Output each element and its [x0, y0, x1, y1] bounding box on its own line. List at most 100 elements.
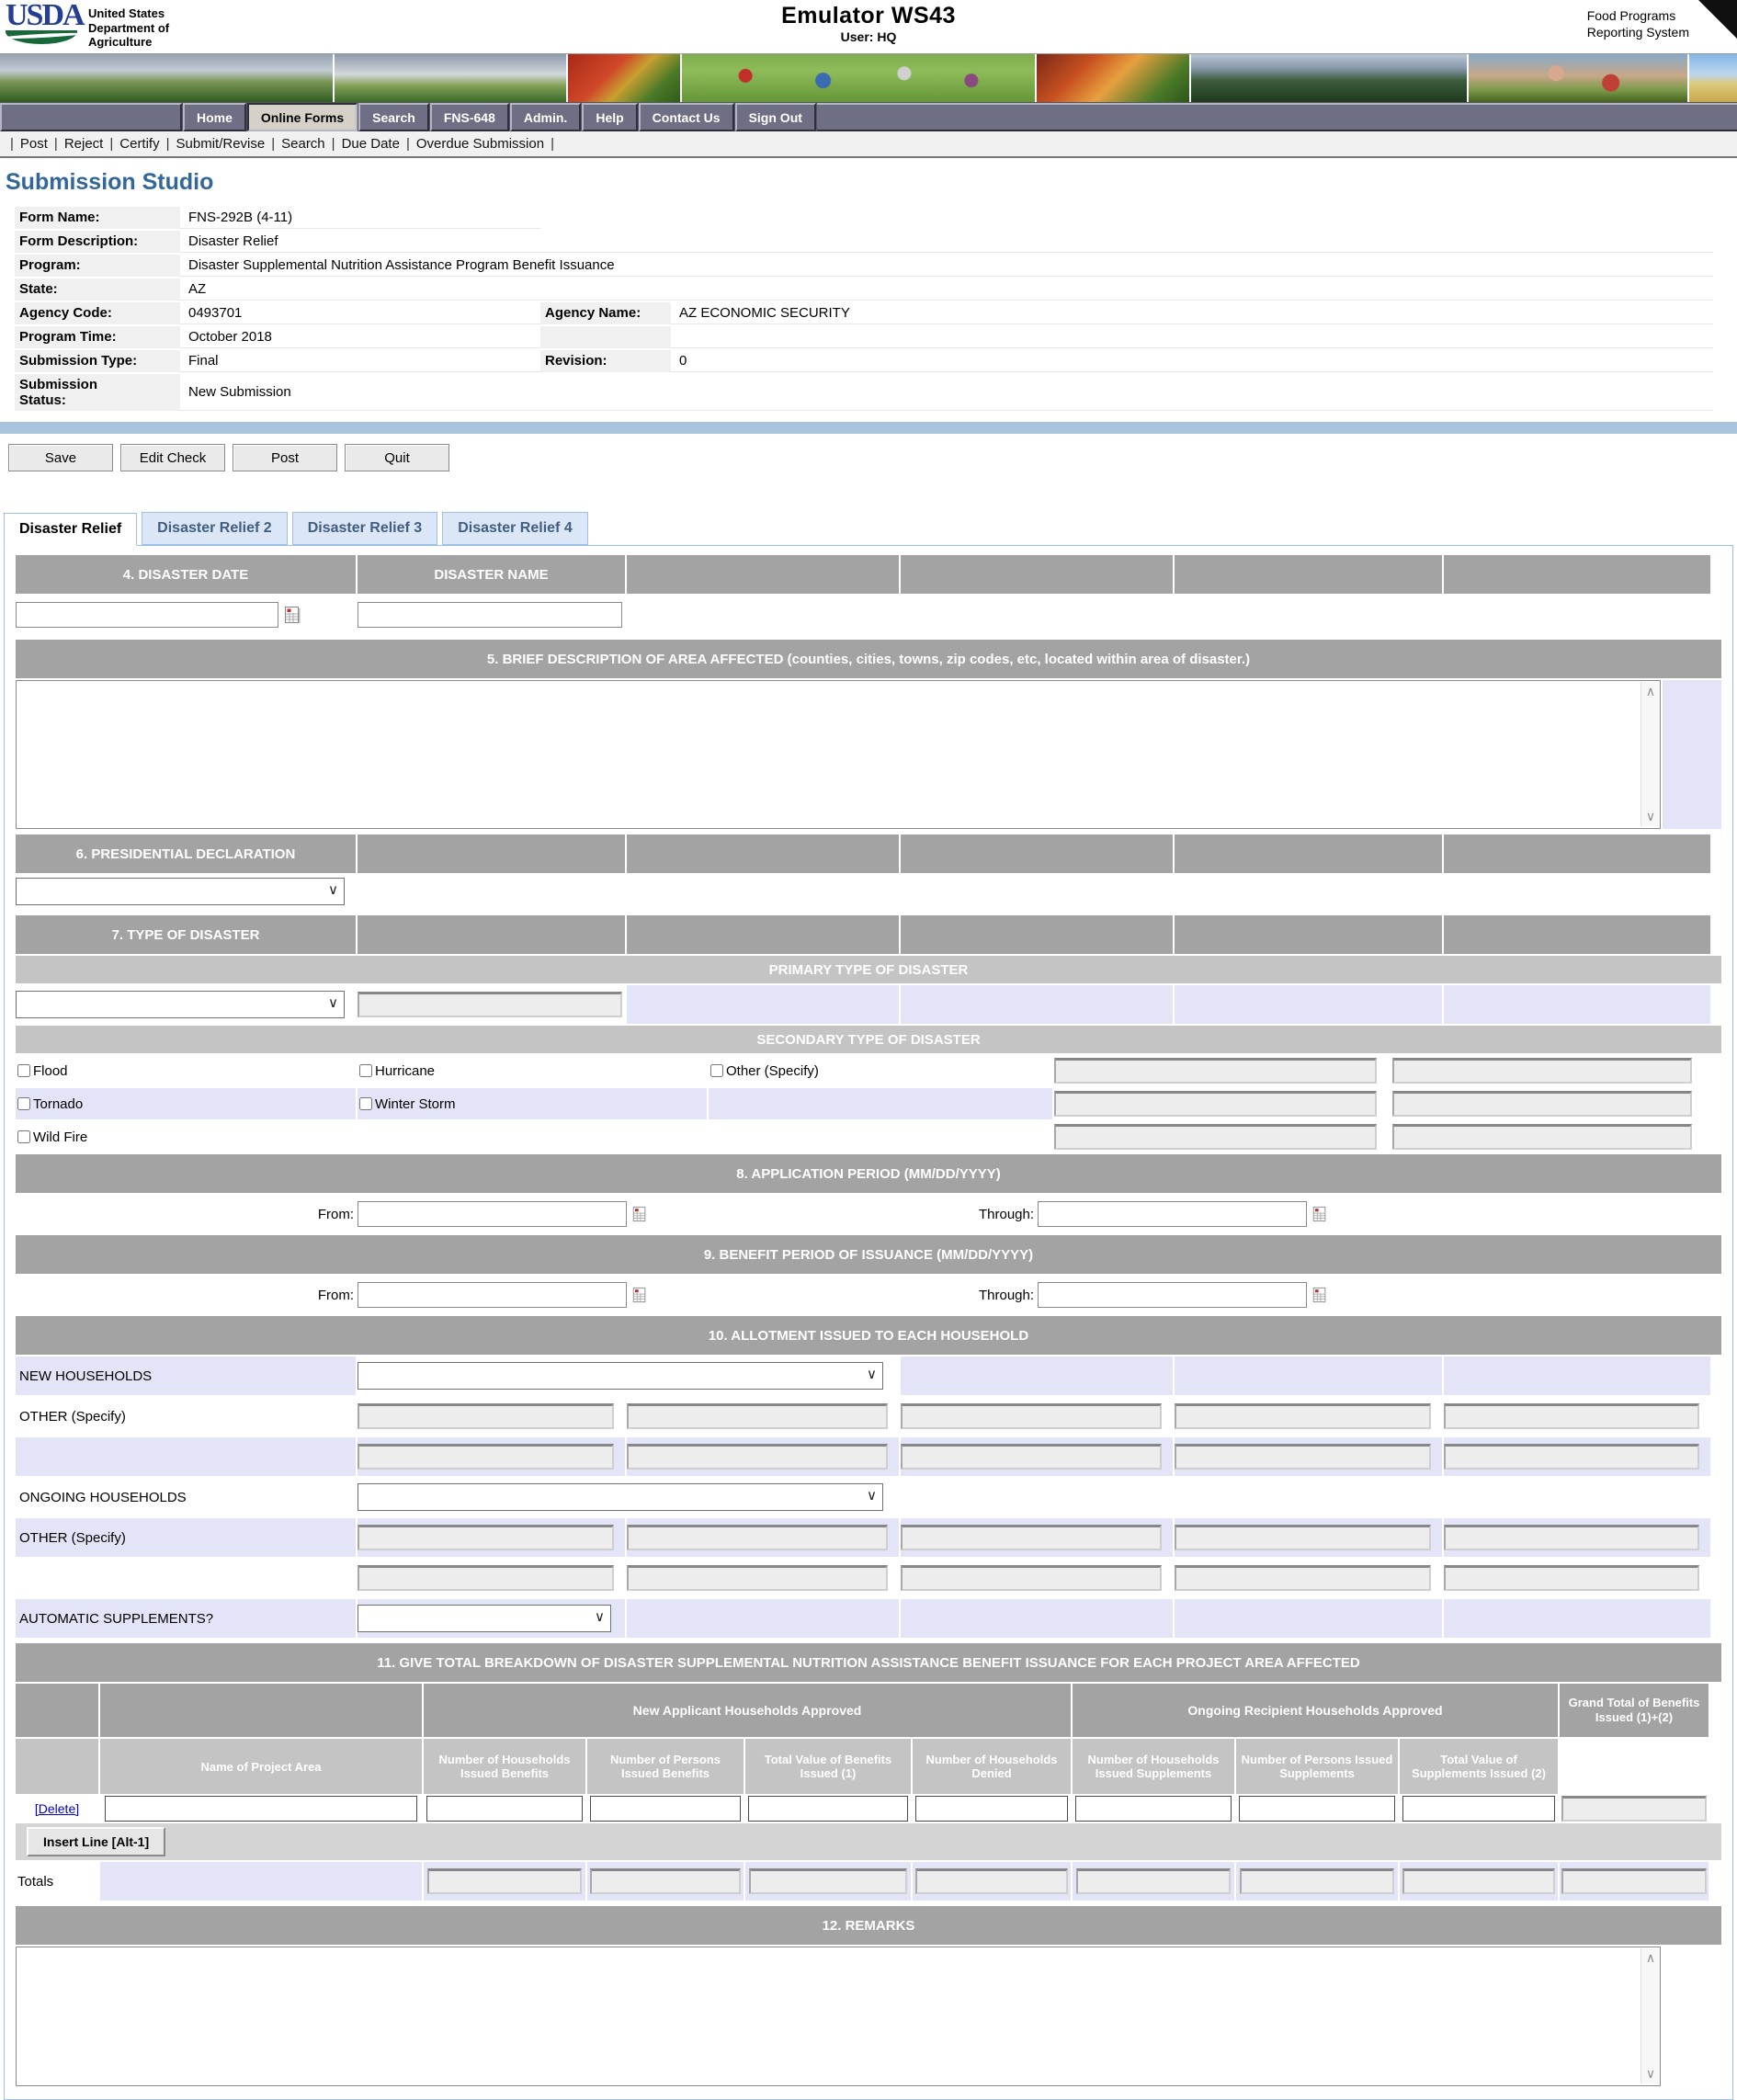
benefit-through-calendar-icon[interactable] — [1311, 1286, 1328, 1304]
info-label: Submission Status: — [15, 374, 134, 411]
persons-issued-benefits-input[interactable] — [590, 1796, 742, 1822]
nav-item-sign-out[interactable]: Sign Out — [735, 103, 816, 131]
nav-item-online-forms[interactable]: Online Forms — [247, 103, 358, 131]
action-overdue-submission[interactable]: Overdue Submission — [416, 136, 544, 152]
col-total-value-supplements: Total Value of Supplements Issued (2) — [1400, 1739, 1558, 1794]
area-affected-textarea[interactable] — [16, 680, 1661, 829]
disaster-date-calendar-icon[interactable] — [283, 605, 301, 625]
tab-disaster-relief-3[interactable]: Disaster Relief 3 — [292, 512, 438, 545]
total-value-benefits-input[interactable] — [748, 1796, 909, 1822]
secondary-other-input-4 — [1392, 1091, 1692, 1117]
scroll-up-icon[interactable]: ∧ — [1646, 1950, 1655, 1966]
project-area-name-input[interactable] — [105, 1796, 417, 1822]
action-reject[interactable]: Reject — [64, 136, 104, 152]
wild-fire-checkbox[interactable] — [17, 1130, 30, 1143]
edit-check-button[interactable]: Edit Check — [120, 444, 225, 471]
tornado-checkbox[interactable] — [17, 1097, 30, 1110]
form-toolbar: Save Edit Check Post Quit — [8, 444, 1737, 471]
flood-label: Flood — [33, 1063, 68, 1079]
info-value: Final — [180, 350, 540, 372]
households-issued-benefits-input[interactable] — [426, 1796, 584, 1822]
separator: | — [48, 136, 64, 152]
delete-row-link[interactable]: [Delete] — [35, 1801, 79, 1816]
other2-input-5 — [1444, 1525, 1699, 1550]
new-applicant-group-header: New Applicant Households Approved — [424, 1684, 1071, 1737]
action-post[interactable]: Post — [20, 136, 48, 152]
application-from-input[interactable] — [358, 1201, 627, 1227]
info-value: New Submission — [180, 374, 1713, 411]
ongoing-recipient-group-header: Ongoing Recipient Households Approved — [1073, 1684, 1558, 1737]
households-denied-input[interactable] — [915, 1796, 1069, 1822]
disaster-relief-form: 4. DISASTER DATE DISASTER NAME 5. BRIEF … — [4, 545, 1733, 2100]
nav-item-admin[interactable]: Admin. — [510, 103, 581, 131]
action-due-date[interactable]: Due Date — [342, 136, 400, 152]
other-specify-checkbox[interactable] — [710, 1064, 723, 1077]
benefit-from-input[interactable] — [358, 1282, 627, 1308]
section5-textarea-wrap: ∧ ∨ — [16, 680, 1721, 829]
disaster-name-input[interactable] — [358, 602, 622, 628]
nav-item-fns-648[interactable]: FNS-648 — [430, 103, 509, 131]
persons-issued-supplements-input[interactable] — [1239, 1796, 1396, 1822]
other-specify-label: Other (Specify) — [726, 1063, 819, 1079]
nav-item-help[interactable]: Help — [582, 103, 637, 131]
insert-line-button[interactable]: Insert Line [Alt-1] — [27, 1827, 165, 1856]
total-value-supplements-input[interactable] — [1402, 1796, 1556, 1822]
primary-type-select[interactable] — [16, 991, 345, 1018]
tab-disaster-relief-4[interactable]: Disaster Relief 4 — [442, 512, 588, 545]
application-from-calendar-icon[interactable] — [631, 1205, 648, 1223]
section4-header-row: 4. DISASTER DATE DISASTER NAME — [16, 555, 1721, 594]
info-value: October 2018 — [180, 326, 540, 348]
info-label: Program: — [15, 255, 180, 277]
action-certify[interactable]: Certify — [119, 136, 159, 152]
households-issued-supplements-input[interactable] — [1075, 1796, 1232, 1822]
banner-photo-mountain-forest — [1191, 54, 1467, 102]
allotment-row-other2b — [16, 1559, 1721, 1597]
application-through-input[interactable] — [1038, 1201, 1307, 1227]
presidential-declaration-header: 6. PRESIDENTIAL DECLARATION — [16, 834, 356, 873]
post-button[interactable]: Post — [233, 444, 337, 471]
textarea-scrollbar[interactable]: ∧ ∨ — [1640, 1948, 1660, 2083]
action-search[interactable]: Search — [281, 136, 325, 152]
secondary-row-2: Tornado Winter Storm — [16, 1088, 1721, 1119]
secondary-type-header: SECONDARY TYPE OF DISASTER — [16, 1026, 1721, 1053]
col-persons-issued-benefits: Number of Persons Issued Benefits — [587, 1739, 744, 1794]
blue-divider-bar — [0, 422, 1737, 434]
save-button[interactable]: Save — [8, 444, 113, 471]
main-navigation: Home Online Forms Search FNS-648 Admin. … — [0, 103, 1737, 131]
hurricane-checkbox[interactable] — [359, 1064, 372, 1077]
tab-disaster-relief[interactable]: Disaster Relief — [4, 513, 137, 546]
allotment-row-ongoing-households: ONGOING HOUSEHOLDS ∨ — [16, 1478, 1721, 1516]
tab-disaster-relief-2[interactable]: Disaster Relief 2 — [142, 512, 288, 545]
from-label: From: — [16, 1288, 358, 1303]
textarea-scrollbar[interactable]: ∧ ∨ — [1640, 682, 1660, 826]
automatic-supplements-select[interactable] — [358, 1605, 611, 1632]
totals-total-value-benefits — [749, 1868, 908, 1894]
benefit-from-calendar-icon[interactable] — [631, 1286, 648, 1304]
flood-checkbox[interactable] — [17, 1064, 30, 1077]
other1b-input-4 — [1175, 1444, 1431, 1470]
other2b-input-3 — [901, 1565, 1162, 1591]
info-label-empty — [540, 326, 671, 348]
application-through-calendar-icon[interactable] — [1311, 1205, 1328, 1223]
ongoing-households-select[interactable] — [358, 1483, 883, 1511]
totals-persons-issued-supplements — [1240, 1868, 1395, 1894]
presidential-declaration-select[interactable] — [16, 878, 345, 905]
disaster-date-header: 4. DISASTER DATE — [16, 555, 356, 594]
disaster-date-input[interactable] — [16, 602, 278, 628]
nav-item-home[interactable]: Home — [183, 103, 246, 131]
new-households-select[interactable] — [358, 1362, 883, 1390]
benefit-through-input[interactable] — [1038, 1282, 1307, 1308]
allotment-row-other2: OTHER (Specify) — [16, 1518, 1721, 1557]
nav-item-search[interactable]: Search — [358, 103, 429, 131]
quit-button[interactable]: Quit — [345, 444, 449, 471]
scroll-down-icon[interactable]: ∨ — [1646, 809, 1655, 824]
info-label: Form Name: — [15, 207, 180, 229]
nav-item-contact-us[interactable]: Contact Us — [639, 103, 734, 131]
other1-input-1 — [358, 1403, 614, 1429]
scroll-down-icon[interactable]: ∨ — [1646, 2066, 1655, 2082]
section5-header: 5. BRIEF DESCRIPTION OF AREA AFFECTED (c… — [16, 640, 1721, 678]
winter-storm-checkbox[interactable] — [359, 1097, 372, 1110]
scroll-up-icon[interactable]: ∧ — [1646, 684, 1655, 699]
remarks-textarea[interactable] — [16, 1947, 1661, 2086]
action-submit-revise[interactable]: Submit/Revise — [176, 136, 266, 152]
